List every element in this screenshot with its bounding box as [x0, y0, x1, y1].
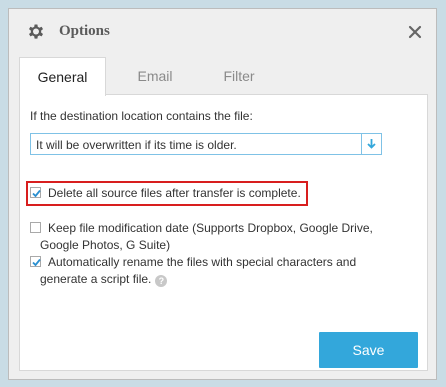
options-dialog: Options General Email Filter If the dest…: [8, 8, 437, 380]
tab-bar: General Email Filter: [19, 57, 428, 96]
general-panel: If the destination location contains the…: [19, 94, 428, 371]
checkmark-icon: [32, 258, 41, 267]
close-icon[interactable]: [408, 25, 422, 39]
destination-label: If the destination location contains the…: [30, 109, 253, 123]
delete-source-checkbox[interactable]: [30, 187, 41, 198]
keep-date-label-line2: Google Photos, G Suite): [40, 238, 171, 252]
keep-date-checkbox[interactable]: [30, 222, 41, 233]
save-button[interactable]: Save: [319, 332, 418, 368]
dialog-title: Options: [59, 23, 110, 39]
overwrite-select-value: It will be overwritten if its time is ol…: [36, 138, 237, 152]
dialog-titlebar: Options: [9, 9, 436, 57]
tab-filter[interactable]: Filter: [199, 57, 279, 95]
auto-rename-checkbox[interactable]: [30, 256, 41, 267]
help-icon[interactable]: ?: [155, 275, 168, 287]
checkmark-icon: [32, 189, 41, 198]
delete-source-label: Delete all source files after transfer i…: [48, 186, 301, 200]
keep-date-label-line1: Keep file modification date (Supports Dr…: [48, 221, 373, 235]
tab-general[interactable]: General: [19, 57, 106, 96]
dropdown-arrow-icon[interactable]: [361, 134, 381, 154]
auto-rename-label-line2-wrap: generate a script file.?: [40, 271, 168, 288]
auto-rename-label-line2: generate a script file.: [40, 272, 152, 286]
auto-rename-label-line1: Automatically rename the files with spec…: [48, 255, 357, 269]
gear-icon: [29, 24, 43, 39]
tab-email[interactable]: Email: [115, 57, 195, 95]
overwrite-select[interactable]: It will be overwritten if its time is ol…: [30, 133, 382, 155]
